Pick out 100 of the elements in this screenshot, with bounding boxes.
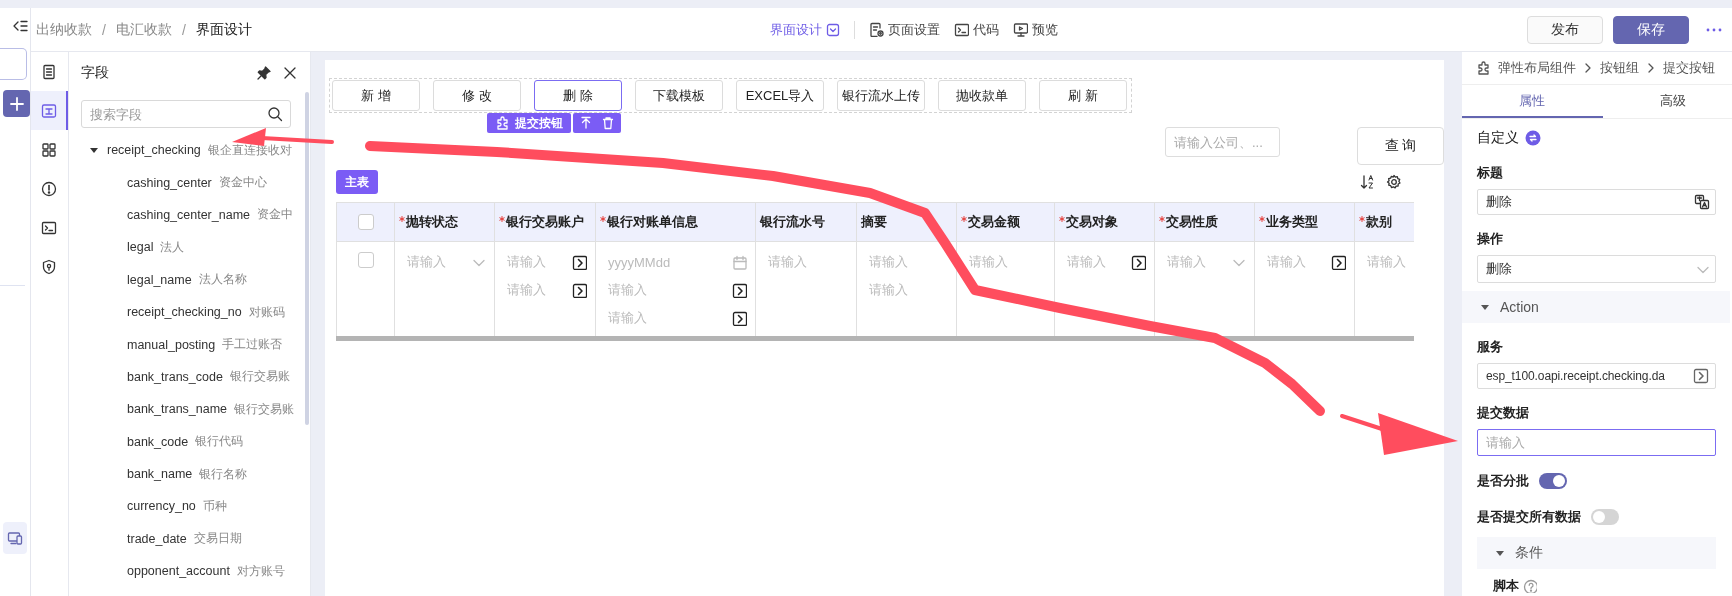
alert-icon <box>40 180 57 197</box>
lookup-field[interactable]: esp_t100.oapi.receipt.checking.da <box>1477 363 1716 389</box>
toolbar-button[interactable]: 银行流水上传 <box>837 80 925 111</box>
toolbar-button[interactable]: 新 增 <box>332 80 420 111</box>
input-field[interactable]: 请输入 <box>1477 429 1716 456</box>
field-name[interactable]: currency_no <box>127 499 196 514</box>
toolbar-button[interactable]: 修 改 <box>433 80 521 111</box>
input-field[interactable]: 删除 <box>1477 189 1716 215</box>
field-name[interactable]: trade_date <box>127 531 187 546</box>
column-header: 业务类型 <box>1255 202 1354 242</box>
search-field[interactable]: 搜索字段 <box>81 100 291 128</box>
column-header: 交易金额 <box>957 202 1054 242</box>
toolbar-button[interactable]: 抛收款单 <box>938 80 1026 111</box>
breadcrumb-separator: / <box>181 21 186 38</box>
field-label: 银行代码 <box>195 433 244 451</box>
close-icon[interactable] <box>282 65 298 81</box>
field-name[interactable]: manual_posting <box>127 337 216 352</box>
breadcrumb-separator: / <box>102 21 106 38</box>
column-header: 交易对象 <box>1055 202 1154 242</box>
breadcrumb-item: 界面设计 <box>195 20 252 39</box>
field-name[interactable]: bank_trans_code <box>127 369 223 384</box>
breadcrumb-item[interactable]: 出纳收款 <box>36 20 92 39</box>
breadcrumb-item[interactable]: 电汇收款 <box>115 20 172 39</box>
collapse-menu-icon[interactable] <box>12 18 28 34</box>
chevron-square-icon[interactable] <box>1693 368 1709 384</box>
field-label: 对方账号 <box>236 562 285 580</box>
tab[interactable]: 属性 <box>1462 85 1603 118</box>
terminal-icon <box>954 22 969 37</box>
field-label: 标题 <box>1477 164 1504 182</box>
column-header: 交易性质 <box>1155 202 1254 242</box>
mode-tab[interactable]: 界面设计 <box>770 20 840 39</box>
translate-icon[interactable] <box>1694 194 1710 210</box>
section-header[interactable]: Action <box>1462 291 1730 323</box>
column-header: 银行流水号 <box>756 202 856 242</box>
field-name[interactable]: legal <box>127 240 154 255</box>
field-label: 银行交易账 <box>234 400 295 418</box>
trash-icon[interactable] <box>601 116 615 130</box>
toolbar-button[interactable]: 下载模板 <box>635 80 723 111</box>
checkbox[interactable] <box>357 252 374 268</box>
field-label: 是否提交所有数据 <box>1477 508 1581 526</box>
table-tag: 主表 <box>336 170 378 194</box>
mode-tab[interactable]: 代码 <box>954 20 999 39</box>
breadcrumb-item[interactable]: 按钮组 <box>1600 59 1639 77</box>
search-icon <box>267 106 283 122</box>
field-name[interactable]: opponent_account <box>127 564 230 579</box>
query-button[interactable]: 查 询 <box>1357 127 1444 165</box>
settings-icon[interactable] <box>1386 174 1402 190</box>
field-label: 服务 <box>1477 338 1504 356</box>
help-icon[interactable] <box>1523 579 1537 593</box>
input-field[interactable] <box>0 48 27 80</box>
selection-tag: 提交按钮 <box>487 113 571 133</box>
pin-icon[interactable] <box>256 65 272 81</box>
shield-icon <box>40 258 57 275</box>
field-name[interactable]: bank_code <box>127 434 189 449</box>
field-label: 资金中 <box>257 206 293 224</box>
field-label: 是否分批 <box>1477 472 1529 490</box>
device-button[interactable] <box>3 522 27 554</box>
add-button[interactable] <box>3 90 30 117</box>
column-header: 银行对账单信息 <box>596 202 755 242</box>
section-header[interactable]: 条件 <box>1477 537 1716 569</box>
toggle-switch[interactable] <box>1591 509 1619 525</box>
field-label: 银行名称 <box>199 465 248 483</box>
breadcrumb-item[interactable]: 提交按钮 <box>1663 59 1715 77</box>
field-name[interactable]: bank_name <box>127 467 193 482</box>
grid-icon <box>40 141 57 158</box>
swap-icon[interactable] <box>1525 130 1541 146</box>
toggle-switch[interactable] <box>1539 473 1567 489</box>
panel-title: 字段 <box>81 64 109 82</box>
section-title: 自定义 <box>1477 129 1519 147</box>
document-icon <box>40 63 57 80</box>
field-name[interactable]: receipt_checking <box>107 143 201 158</box>
select-field[interactable]: 删除 <box>1477 255 1716 283</box>
save-button[interactable]: 保存 <box>1613 15 1689 44</box>
field-label: 手工过账否 <box>222 336 283 354</box>
field-label: 脚本 <box>1493 577 1519 595</box>
field-name[interactable]: receipt_checking_no <box>127 305 242 320</box>
checkbox[interactable] <box>357 214 374 230</box>
toolbar-button[interactable]: EXCEL导入 <box>736 80 824 111</box>
publish-button[interactable]: 发布 <box>1527 15 1603 44</box>
arrow-up-icon[interactable] <box>579 116 593 130</box>
field-name[interactable]: legal_name <box>127 272 192 287</box>
mode-tab[interactable]: 页面设置 <box>869 20 940 39</box>
mode-tab[interactable]: 预览 <box>1013 20 1058 39</box>
puzzle-icon <box>1476 60 1492 76</box>
chevron-square-icon <box>826 22 840 37</box>
field-name[interactable]: cashing_center_name <box>127 207 250 222</box>
tab[interactable]: 高级 <box>1602 85 1732 118</box>
search-field[interactable]: 请输入公司、... <box>1165 127 1280 157</box>
breadcrumb-item[interactable]: 弹性布局组件 <box>1498 59 1576 77</box>
plus-icon <box>8 95 25 112</box>
field-label: 法人 <box>160 238 185 256</box>
column-header: 款别 <box>1355 202 1414 242</box>
field-label: 币种 <box>202 498 227 515</box>
toolbar-button[interactable]: 刷 新 <box>1039 80 1127 111</box>
field-name[interactable]: cashing_center <box>127 175 212 190</box>
puzzle-icon <box>495 115 509 131</box>
sort-icon[interactable] <box>1360 174 1376 190</box>
field-name[interactable]: bank_trans_name <box>127 402 228 417</box>
column-header: 银行交易账户 <box>495 202 595 242</box>
form-icon <box>40 102 57 119</box>
